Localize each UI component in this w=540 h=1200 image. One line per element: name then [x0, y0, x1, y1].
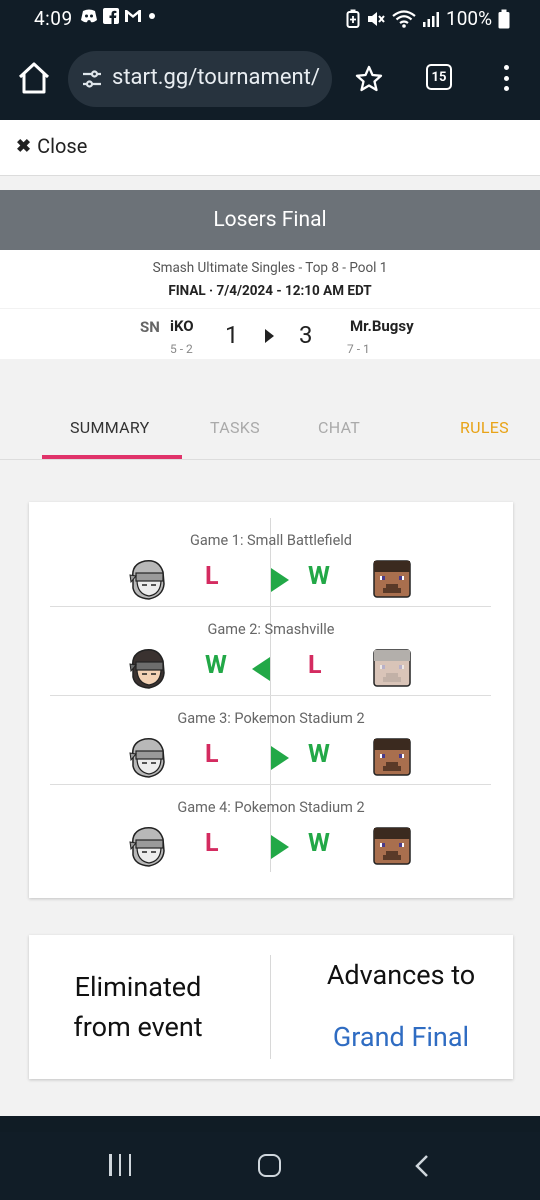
tab-rules[interactable]: RULES [460, 418, 509, 437]
steve-icon [373, 827, 411, 865]
url-text: start.gg/tournament/ [112, 65, 320, 90]
site-settings-icon[interactable] [80, 67, 104, 91]
signal-icon [422, 11, 440, 27]
event-name: Smash Ultimate Singles - Top 8 - Pool 1 [152, 260, 388, 276]
game-row: Game 2: Smashville W L [29, 607, 513, 696]
browser-toolbar: start.gg/tournament/ 15 [0, 40, 540, 120]
browser-menu-icon[interactable] [500, 65, 512, 91]
winner-arrow-icon [265, 329, 274, 343]
right-result: W [308, 740, 330, 769]
snake-icon [127, 825, 169, 869]
game-title: Game 4: Pokemon Stadium 2 [177, 799, 365, 816]
set-info: Smash Ultimate Singles - Top 8 - Pool 1 … [0, 250, 540, 308]
player2-record: 7 - 1 [347, 342, 370, 356]
game-title: Game 3: Pokemon Stadium 2 [177, 710, 365, 727]
game-title: Game 1: Small Battlefield [190, 532, 352, 549]
set-status: FINAL · 7/4/2024 - 12:10 AM EDT [168, 283, 372, 299]
browser-home-icon[interactable] [16, 60, 52, 96]
bookmark-star-icon[interactable] [354, 64, 384, 94]
status-bar: 4:09 100% [0, 0, 540, 40]
battery-percent: 100% [446, 7, 492, 30]
close-label: Close [37, 134, 88, 158]
tab-chat[interactable]: CHAT [318, 418, 360, 437]
battery-saver-icon [346, 9, 360, 29]
right-result: W [308, 562, 330, 591]
game-row: Game 1: Small Battlefield L W [29, 518, 513, 607]
active-tab-indicator [42, 455, 182, 459]
steve-icon [373, 649, 411, 687]
right-result: L [308, 651, 322, 680]
games-card: Game 1: Small Battlefield L W Game 2: Smash… [29, 502, 513, 898]
battery-icon [498, 9, 510, 29]
winner-right-arrow-icon [271, 746, 289, 770]
discord-icon [80, 8, 98, 24]
winner-left-arrow-icon [252, 657, 270, 681]
player1-name[interactable]: iKO [170, 317, 194, 335]
eliminated-text: Eliminated from event [49, 967, 227, 1047]
steve-icon [373, 738, 411, 776]
scoreboard: SN iKO 5 - 2 1 3 Mr.Bugsy 7 - 1 [0, 309, 540, 359]
winner-right-arrow-icon [271, 568, 289, 592]
left-result: W [205, 651, 227, 680]
snake-icon [127, 736, 169, 780]
tab-summary[interactable]: SUMMARY [70, 418, 150, 437]
wifi-icon [392, 9, 416, 28]
game-row: Game 3: Pokemon Stadium 2 L W [29, 696, 513, 785]
player1-score: 1 [225, 321, 239, 349]
advances-target-link[interactable]: Grand Final [291, 1021, 511, 1053]
status-time: 4:09 [34, 7, 73, 30]
round-title: Losers Final [0, 190, 540, 250]
player1-prefix: SN [140, 318, 160, 336]
game-title: Game 2: Smashville [207, 621, 335, 638]
game-row: Game 4: Pokemon Stadium 2 L W [29, 785, 513, 874]
page-content: ✖ Close Losers Final Smash Ultimate Sing… [0, 120, 540, 1116]
eliminated-line2: from event [73, 1011, 203, 1043]
url-bar[interactable]: start.gg/tournament/ [68, 51, 332, 107]
player2-score: 3 [299, 321, 313, 349]
snake-icon [127, 558, 169, 602]
outcome-divider [270, 955, 271, 1059]
recents-icon[interactable] [109, 1154, 131, 1176]
status-right-icons: 100% [346, 7, 510, 30]
facebook-icon [103, 8, 119, 24]
screen: 4:09 100% start.gg/tournament/ 15 ✖ Clos… [0, 0, 540, 1200]
close-bar: ✖ Close [0, 120, 540, 176]
outcome-card: Eliminated from event Advances to Grand … [29, 935, 513, 1079]
steve-icon [373, 560, 411, 598]
winner-right-arrow-icon [271, 835, 289, 859]
left-result: L [205, 562, 219, 591]
gmail-icon [124, 9, 142, 23]
advances-label: Advances to [326, 959, 476, 991]
tab-tasks[interactable]: TASKS [210, 418, 260, 437]
close-icon: ✖ [16, 135, 32, 157]
system-nav-bar [0, 1132, 540, 1200]
eliminated-line1: Eliminated [74, 971, 202, 1003]
tab-switcher-button[interactable]: 15 [426, 64, 452, 90]
mute-icon [366, 10, 386, 28]
back-icon[interactable] [414, 1154, 430, 1178]
player1-record: 5 - 2 [170, 342, 193, 356]
set-tabs: SUMMARY TASKS CHAT RULES [0, 400, 540, 460]
left-result: L [205, 829, 219, 858]
right-result: W [308, 829, 330, 858]
home-icon[interactable] [258, 1154, 281, 1177]
dot-icon [147, 11, 157, 21]
status-left-icons [80, 8, 157, 24]
left-result: L [205, 740, 219, 769]
close-button[interactable]: ✖ Close [16, 134, 87, 158]
player2-name[interactable]: Mr.Bugsy [350, 317, 414, 335]
snake-icon [127, 647, 169, 691]
